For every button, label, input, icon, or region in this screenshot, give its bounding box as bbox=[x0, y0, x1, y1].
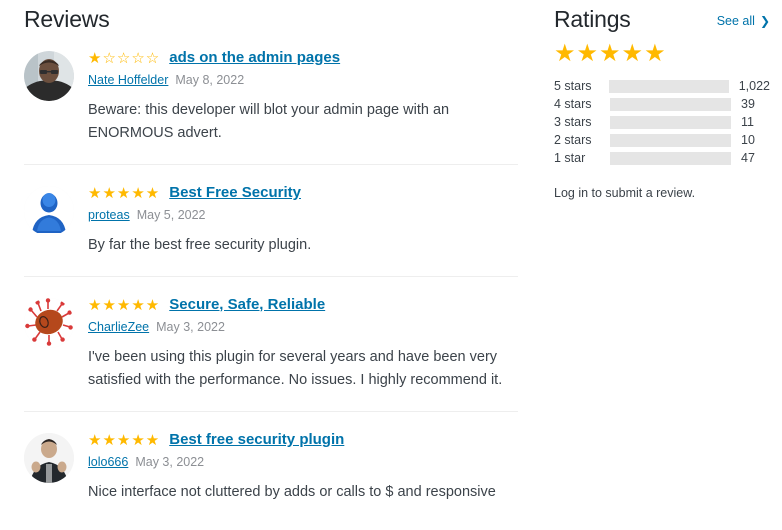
rating-bar-count: 10 bbox=[741, 133, 755, 148]
review-author-link[interactable]: CharlieZee bbox=[88, 320, 149, 334]
review-date: May 3, 2022 bbox=[135, 454, 205, 469]
ratings-header: Ratings See all ❯ bbox=[554, 6, 770, 34]
rating-bar-row[interactable]: 1 star 47 bbox=[554, 150, 770, 167]
rating-bar-track bbox=[610, 97, 731, 111]
rating-bar-row[interactable]: 5 stars 1,022 bbox=[554, 78, 770, 95]
rating-bar-track bbox=[610, 133, 731, 147]
avatar bbox=[24, 185, 74, 236]
overall-star-rating: ★★★★★ bbox=[554, 39, 667, 67]
review-date: May 8, 2022 bbox=[175, 72, 245, 87]
rating-bar-count: 47 bbox=[741, 151, 755, 166]
rating-bar-track bbox=[609, 79, 729, 93]
avatar-photo-person-dark-jacket-icon bbox=[24, 432, 74, 483]
review-author-link[interactable]: proteas bbox=[88, 208, 130, 222]
review-text: Nice interface not cluttered by adds or … bbox=[88, 484, 496, 501]
review-item: ★★★★★ Best Free Security proteas May 5, 2… bbox=[24, 165, 540, 276]
avatar-blue-mystery-person-icon bbox=[24, 185, 74, 236]
rating-bar-label: 5 stars bbox=[554, 79, 592, 94]
reviews-heading: Reviews bbox=[24, 6, 110, 32]
review-title-link[interactable]: Secure, Safe, Reliable bbox=[169, 296, 325, 314]
review-meta: CharlieZee May 3, 2022 bbox=[88, 319, 516, 335]
review-body: ★☆☆☆☆ ads on the admin pages Nate Hoffel… bbox=[88, 48, 516, 146]
review-body: ★★★★★ Best Free Security proteas May 5, 2… bbox=[88, 183, 516, 258]
review-item: ★☆☆☆☆ ads on the admin pages Nate Hoffel… bbox=[24, 48, 540, 164]
review-date: May 3, 2022 bbox=[156, 319, 225, 334]
review-body: ★★★★★ Best free security plugin lolo666 M… bbox=[88, 430, 516, 505]
ratings-breakdown: 5 stars 1,022 4 stars 39 3 stars 11 2 st… bbox=[554, 78, 770, 167]
see-all-label: See all bbox=[716, 14, 755, 28]
review-meta: lolo666 May 3, 2022 bbox=[88, 454, 516, 470]
rating-bar-count: 39 bbox=[741, 97, 755, 112]
rating-bar-track bbox=[610, 115, 731, 129]
review-text: Beware: this developer will blot your ad… bbox=[88, 101, 450, 142]
review-item: ★★★★★ Best free security plugin lolo666 M… bbox=[24, 412, 540, 505]
review-date: May 5, 2022 bbox=[136, 207, 206, 222]
review-meta: Nate Hoffelder May 8, 2022 bbox=[88, 72, 516, 88]
review-text: By far the best free security plugin. bbox=[88, 237, 312, 254]
avatar bbox=[24, 432, 74, 483]
chevron-right-icon: ❯ bbox=[759, 14, 770, 28]
star-rating-5: ★★★★★ bbox=[88, 184, 161, 202]
rating-bar-row[interactable]: 3 stars 11 bbox=[554, 114, 770, 131]
see-all-link[interactable]: See all ❯ bbox=[717, 14, 770, 28]
rating-bar-row[interactable]: 4 stars 39 bbox=[554, 96, 770, 113]
ratings-heading: Ratings bbox=[554, 6, 631, 32]
review-item: ★★★★★ Secure, Safe, Reliable CharlieZee M… bbox=[24, 277, 540, 411]
rating-bar-count: 1,022 bbox=[738, 79, 770, 94]
reviews-column: Reviews ★☆☆☆☆ ads on the admin pages Nat… bbox=[0, 0, 540, 530]
review-body: ★★★★★ Secure, Safe, Reliable CharlieZee M… bbox=[88, 295, 516, 393]
rating-bar-row[interactable]: 2 stars 10 bbox=[554, 132, 770, 149]
rating-bar-label: 1 star bbox=[554, 151, 586, 166]
star-rating-5: ★★★★★ bbox=[88, 296, 161, 314]
avatar bbox=[24, 50, 74, 101]
rating-bar-label: 2 stars bbox=[554, 133, 592, 148]
ratings-column: Ratings See all ❯ ★★★★★ 5 stars 1,022 4 … bbox=[540, 0, 782, 530]
login-to-review-note: Log in to submit a review. bbox=[554, 185, 696, 200]
review-author-link[interactable]: lolo666 bbox=[88, 455, 128, 469]
star-rating-1: ★☆☆☆☆ bbox=[88, 49, 161, 67]
review-meta: proteas May 5, 2022 bbox=[88, 207, 516, 223]
rating-bar-count: 11 bbox=[741, 115, 754, 130]
review-title-link[interactable]: Best Free Security bbox=[169, 184, 301, 202]
review-text: I've been using this plugin for several … bbox=[88, 348, 503, 389]
review-title-link[interactable]: ads on the admin pages bbox=[169, 49, 340, 67]
avatar bbox=[24, 297, 74, 348]
star-rating-5: ★★★★★ bbox=[88, 431, 161, 449]
avatar-orange-germ-cartoon-icon bbox=[24, 297, 74, 348]
reviews-ratings-page: Reviews ★☆☆☆☆ ads on the admin pages Nat… bbox=[0, 0, 782, 530]
rating-bar-track bbox=[610, 151, 731, 165]
avatar-photo-man-glasses-icon bbox=[24, 50, 74, 101]
rating-bar-label: 4 stars bbox=[554, 97, 592, 112]
review-author-link[interactable]: Nate Hoffelder bbox=[88, 73, 168, 87]
review-header: ★★★★★ Secure, Safe, Reliable bbox=[88, 296, 516, 314]
review-title-link[interactable]: Best free security plugin bbox=[169, 431, 344, 449]
rating-bar-label: 3 stars bbox=[554, 115, 592, 130]
review-header: ★☆☆☆☆ ads on the admin pages bbox=[88, 49, 516, 67]
review-header: ★★★★★ Best free security plugin bbox=[88, 431, 516, 449]
review-header: ★★★★★ Best Free Security bbox=[88, 184, 516, 202]
